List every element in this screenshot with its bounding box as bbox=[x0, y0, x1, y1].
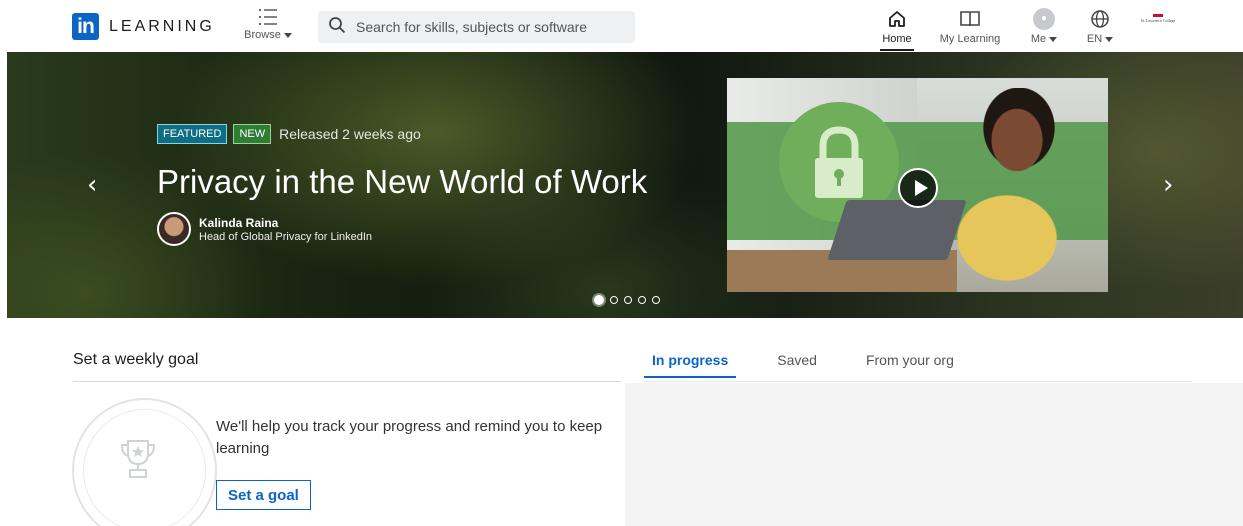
tabs-divider bbox=[644, 381, 1192, 382]
trophy-illustration bbox=[72, 398, 217, 526]
carousel-next-button[interactable]: › bbox=[1163, 170, 1173, 200]
play-button[interactable] bbox=[898, 168, 938, 208]
tab-content-panel bbox=[625, 383, 1243, 526]
tab-from-your-org[interactable]: From your org bbox=[858, 352, 962, 378]
carousel-dot[interactable] bbox=[610, 296, 618, 304]
new-badge: NEW bbox=[233, 124, 272, 144]
top-nav: in LEARNING Browse Home My Learning ● Me bbox=[0, 0, 1243, 52]
avatar: ● bbox=[1033, 8, 1055, 30]
book-icon bbox=[936, 5, 1004, 33]
set-goal-button[interactable]: Set a goal bbox=[216, 480, 311, 510]
search-icon bbox=[328, 16, 346, 39]
carousel-prev-button[interactable]: ‹ bbox=[87, 170, 97, 200]
chevron-down-icon bbox=[1049, 36, 1058, 42]
browse-list-icon bbox=[238, 6, 298, 28]
tab-saved[interactable]: Saved bbox=[769, 352, 825, 378]
learning-tabs: In progress Saved From your org bbox=[644, 352, 995, 378]
logo-text: LEARNING bbox=[109, 17, 215, 35]
nav-me-label: Me bbox=[1030, 33, 1047, 45]
course-title[interactable]: Privacy in the New World of Work bbox=[157, 163, 647, 201]
nav-home-label: Home bbox=[882, 33, 912, 45]
browse-label: Browse bbox=[244, 29, 281, 41]
browse-button[interactable]: Browse bbox=[238, 6, 298, 41]
college-logo-text: St. Lawrence College bbox=[1140, 18, 1176, 23]
carousel-indicators bbox=[594, 295, 666, 305]
author-avatar bbox=[157, 212, 191, 246]
course-author[interactable]: Kalinda Raina Head of Global Privacy for… bbox=[157, 212, 372, 246]
nav-my-learning[interactable]: My Learning bbox=[936, 5, 1004, 45]
home-icon bbox=[880, 5, 914, 33]
search-box[interactable] bbox=[318, 11, 635, 43]
tab-in-progress[interactable]: In progress bbox=[644, 352, 737, 378]
carousel-dot[interactable] bbox=[594, 295, 604, 305]
nav-home[interactable]: Home bbox=[880, 5, 914, 51]
chevron-down-icon bbox=[283, 32, 292, 38]
release-date: Released 2 weeks ago bbox=[279, 126, 421, 142]
nav-me[interactable]: ● Me bbox=[1024, 5, 1064, 45]
linkedin-learning-logo[interactable]: in LEARNING bbox=[72, 13, 215, 40]
chevron-down-icon bbox=[1105, 36, 1114, 42]
carousel-dot[interactable] bbox=[652, 296, 660, 304]
search-input[interactable] bbox=[356, 19, 626, 35]
globe-icon bbox=[1082, 5, 1118, 33]
course-badges: FEATURED NEW Released 2 weeks ago bbox=[157, 124, 421, 144]
carousel-dot[interactable] bbox=[638, 296, 646, 304]
author-role: Head of Global Privacy for LinkedIn bbox=[199, 230, 373, 243]
college-logo-mark bbox=[1153, 14, 1163, 17]
nav-my-learning-label: My Learning bbox=[939, 33, 1001, 45]
divider bbox=[73, 381, 621, 382]
nav-language-label: EN bbox=[1086, 33, 1103, 45]
linkedin-logo-icon: in bbox=[72, 13, 99, 40]
weekly-goal-description: We'll help you track your progress and r… bbox=[216, 418, 603, 457]
carousel-dot[interactable] bbox=[624, 296, 632, 304]
nav-language[interactable]: EN bbox=[1082, 5, 1118, 45]
author-name: Kalinda Raina bbox=[199, 215, 279, 230]
featured-carousel: ‹ › FEATURED NEW Released 2 weeks ago Pr… bbox=[7, 52, 1243, 318]
featured-badge: FEATURED bbox=[157, 124, 228, 144]
trophy-icon bbox=[118, 437, 158, 486]
college-logo[interactable]: St. Lawrence College bbox=[1140, 14, 1176, 38]
weekly-goal-heading: Set a weekly goal bbox=[73, 351, 199, 368]
